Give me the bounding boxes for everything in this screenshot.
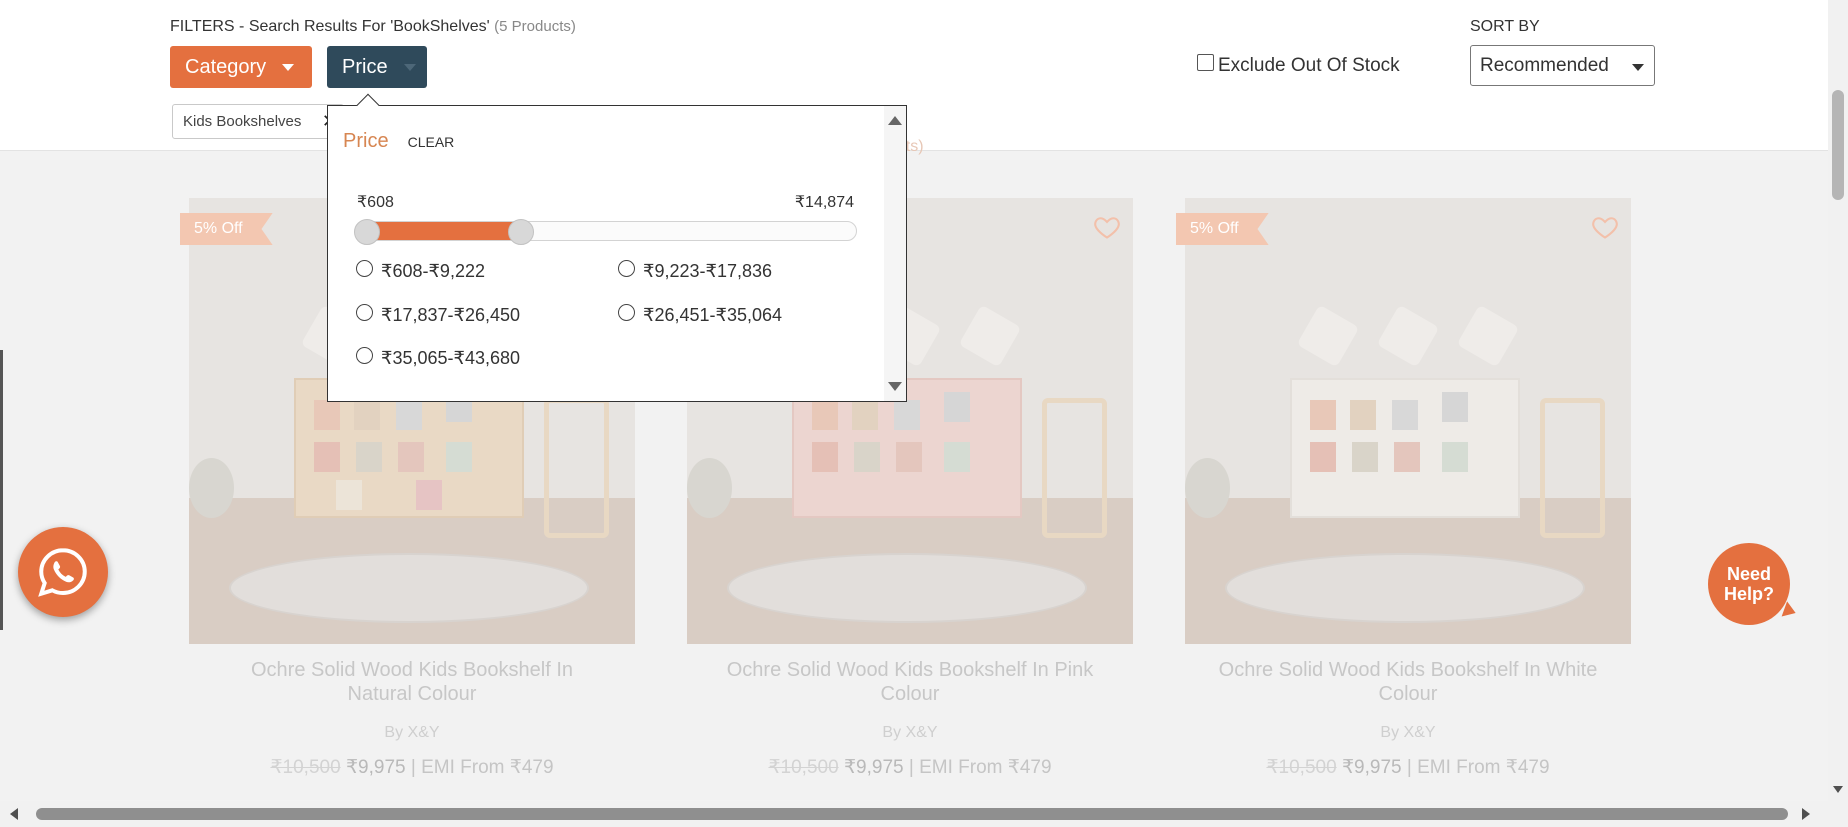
- product-card[interactable]: Ochre Solid Wood Kids Bookshelf In White…: [1185, 198, 1631, 779]
- radio-button[interactable]: [356, 260, 373, 277]
- rug: [1225, 553, 1585, 623]
- scroll-left-icon[interactable]: [10, 808, 18, 820]
- clear-button[interactable]: CLEAR: [408, 134, 455, 150]
- price-min: ₹608: [357, 194, 394, 211]
- filter-title: FILTERS - Search Results For 'BookShelve…: [170, 18, 576, 36]
- scroll-up-icon[interactable]: [888, 116, 902, 125]
- category-filter-button[interactable]: Category: [170, 46, 312, 88]
- mrp: ₹10,500: [768, 757, 839, 778]
- active-filter-chip: Kids Bookshelves ✕: [172, 104, 344, 139]
- product-name[interactable]: Ochre Solid Wood Kids Bookshelf In Pink …: [687, 658, 1133, 706]
- price-option[interactable]: ₹17,837-₹26,450: [356, 304, 520, 326]
- emi-text: | EMI From ₹479: [410, 757, 554, 778]
- radio-button[interactable]: [356, 304, 373, 321]
- slider-max-handle[interactable]: [508, 219, 534, 245]
- product-price: ₹10,500 ₹9,975 | EMI From ₹479: [189, 756, 635, 779]
- chair: [1042, 398, 1107, 538]
- product-name[interactable]: Ochre Solid Wood Kids Bookshelf In White…: [1185, 658, 1631, 706]
- scroll-right-icon[interactable]: [1802, 808, 1810, 820]
- price-filter-label: Price: [342, 55, 388, 78]
- whatsapp-button[interactable]: [18, 527, 108, 617]
- price-option[interactable]: ₹608-₹9,222: [356, 260, 485, 282]
- price-option[interactable]: ₹35,065-₹43,680: [356, 347, 520, 369]
- vertical-scroll-thumb[interactable]: [1832, 90, 1844, 200]
- chevron-down-icon: [403, 63, 416, 71]
- rug: [727, 553, 1087, 623]
- whatsapp-icon: [38, 548, 87, 597]
- slider-min-handle[interactable]: [354, 219, 380, 245]
- price-filter-button[interactable]: Price: [327, 46, 427, 88]
- radio-button[interactable]: [356, 347, 373, 364]
- product-name[interactable]: Ochre Solid Wood Kids Bookshelf In Natur…: [189, 658, 635, 706]
- price-dropdown-title: Price: [343, 130, 389, 152]
- horizontal-scroll-thumb[interactable]: [36, 808, 1788, 820]
- price-option[interactable]: ₹26,451-₹35,064: [618, 304, 782, 326]
- product-brand: By X&Y: [882, 724, 938, 741]
- mrp: ₹10,500: [1266, 757, 1337, 778]
- chevron-down-icon: [282, 63, 295, 71]
- rug: [229, 553, 589, 623]
- category-filter-label: Category: [185, 55, 267, 78]
- filter-bar: FILTERS - Search Results For 'BookShelve…: [0, 0, 1828, 155]
- need-help-button[interactable]: Need Help?: [1708, 543, 1799, 625]
- radio-button[interactable]: [618, 260, 635, 277]
- radio-button[interactable]: [618, 304, 635, 321]
- bookshelf-shape: [1290, 378, 1520, 518]
- exclude-out-of-stock[interactable]: Exclude Out Of Stock: [1197, 53, 1400, 77]
- discount-badge: 5% Off: [1176, 213, 1269, 245]
- price-dropdown: Price CLEAR ₹608 ₹14,874 ₹608-₹9,222 ₹9,…: [327, 93, 907, 402]
- slider-fill: [356, 222, 521, 240]
- plant: [189, 458, 234, 518]
- heart-icon[interactable]: [1093, 213, 1121, 241]
- price-option[interactable]: ₹9,223-₹17,836: [618, 260, 772, 282]
- chevron-down-icon: [1632, 64, 1644, 71]
- emi-text: | EMI From ₹479: [908, 757, 1052, 778]
- emi-text: | EMI From ₹479: [1406, 757, 1550, 778]
- product-image[interactable]: [1185, 198, 1631, 644]
- exclude-label: Exclude Out Of Stock: [1218, 55, 1400, 76]
- chair: [1540, 398, 1605, 538]
- plant: [687, 458, 732, 518]
- side-tab[interactable]: [0, 350, 3, 630]
- product-brand: By X&Y: [1380, 724, 1436, 741]
- sort-by-label: SORT BY: [1470, 18, 1540, 35]
- mrp: ₹10,500: [270, 757, 341, 778]
- scroll-down-icon[interactable]: [1833, 786, 1843, 793]
- scroll-down-icon[interactable]: [888, 382, 902, 391]
- product-price: ₹10,500 ₹9,975 | EMI From ₹479: [687, 756, 1133, 779]
- sale-price: ₹9,975: [843, 757, 904, 778]
- price-slider[interactable]: [354, 219, 857, 245]
- chip-label: Kids Bookshelves: [183, 113, 302, 130]
- product-price: ₹10,500 ₹9,975 | EMI From ₹479: [1185, 756, 1631, 779]
- sort-selected-value: Recommended: [1480, 54, 1609, 76]
- vertical-scrollbar[interactable]: [1828, 0, 1848, 801]
- filter-title-text: FILTERS - Search Results For 'BookShelve…: [170, 18, 490, 35]
- dropdown-scrollbar[interactable]: [884, 106, 906, 401]
- plant: [1185, 458, 1230, 518]
- product-grid: Ochre Solid Wood Kids Bookshelf In Natur…: [0, 151, 1828, 801]
- result-count: (5 Products): [494, 18, 576, 35]
- exclude-checkbox[interactable]: [1197, 53, 1214, 71]
- price-max: ₹14,874: [794, 194, 854, 211]
- discount-badge: 5% Off: [180, 213, 273, 245]
- need-help-line1: Need: [1726, 564, 1771, 584]
- horizontal-scrollbar[interactable]: [0, 801, 1848, 827]
- sale-price: ₹9,975: [1341, 757, 1402, 778]
- sort-select[interactable]: Recommended: [1470, 45, 1655, 86]
- heart-icon[interactable]: [1591, 213, 1619, 241]
- product-brand: By X&Y: [384, 724, 440, 741]
- chair: [544, 398, 609, 538]
- sale-price: ₹9,975: [345, 757, 406, 778]
- need-help-line2: Help?: [1723, 584, 1774, 604]
